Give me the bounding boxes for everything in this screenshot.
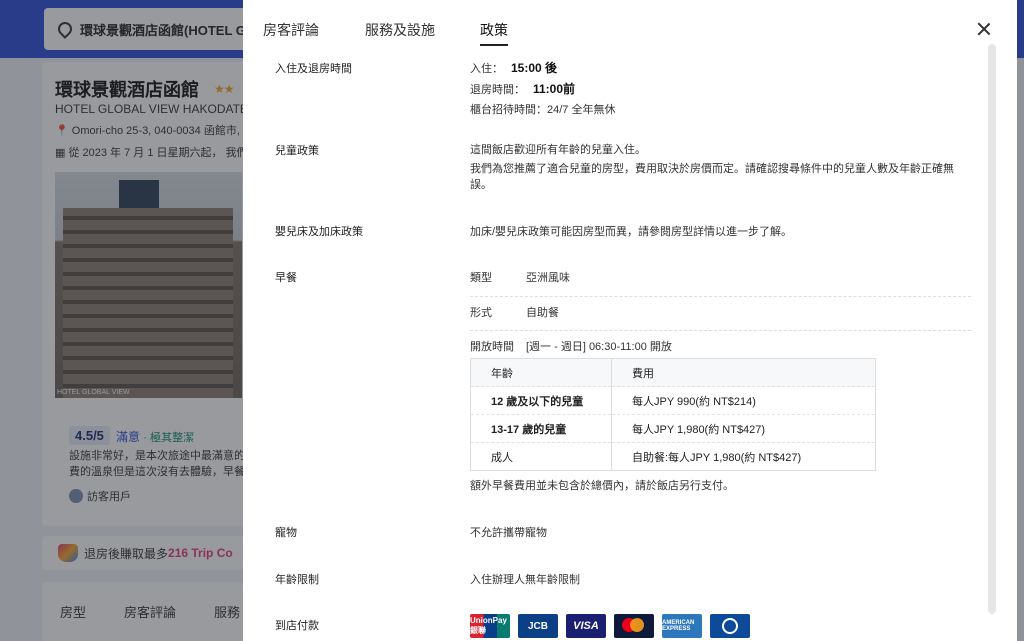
modal-scrollbar[interactable]	[988, 44, 996, 614]
breakfast-hours-value: [週一 - 週日] 06:30-11:00 開放	[526, 341, 672, 353]
breakfast-label: 早餐	[275, 272, 297, 284]
children-label: 兒童政策	[275, 145, 319, 157]
front-desk-hours: 櫃台招待時間：24/7 全年無休	[470, 104, 616, 116]
age-limit-label: 年齡限制	[275, 574, 319, 586]
visa-icon: VISA	[566, 614, 606, 638]
payment-cards: UnionPay 銀聯 JCB VISA AMERICAN EXPRESS	[470, 614, 750, 638]
checkin-in-label: 入住：	[470, 63, 503, 75]
breakfast-fee-table: 年齡 費用 12 歲及以下的兒童 每人JPY 990(約 NT$214) 13-…	[470, 358, 876, 471]
breakfast-type: 類型 亞洲風味	[470, 269, 570, 285]
cribs-label: 嬰兒床及加床政策	[275, 226, 363, 238]
fee-cell: 自助餐:每人JPY 1,980(約 NT$427)	[611, 442, 876, 471]
jcb-icon: JCB	[518, 614, 558, 638]
children-line2: 我們為您推薦了適合兒童的房型，費用取決於房價而定。請確認搜尋條件中的兒童人數及年…	[470, 163, 954, 191]
age-cell: 13-17 歲的兒童	[470, 414, 612, 443]
mastercard-icon	[614, 614, 654, 638]
policy-modal: 房客評論 服務及設施 政策 入住及退房時間 入住： 15:00 後 退房時間： 11…	[243, 0, 1017, 641]
modal-tabs: 房客評論 服務及設施 政策	[243, 0, 1017, 46]
breakfast-style: 形式 自助餐	[470, 304, 559, 320]
breakfast-hours-label: 開放時間	[470, 341, 514, 353]
table-row: 成人 自助餐:每人JPY 1,980(約 NT$427)	[470, 442, 876, 471]
pets-text: 不允許攜帶寵物	[470, 527, 547, 539]
policy-content: 入住及退房時間 入住： 15:00 後 退房時間： 11:00前 櫃台招待時間：24…	[243, 44, 983, 641]
diners-club-icon	[710, 614, 750, 638]
tab-reviews[interactable]: 房客評論	[263, 20, 319, 40]
checkin-label: 入住及退房時間	[275, 63, 352, 75]
fee-cell: 每人JPY 1,980(約 NT$427)	[611, 414, 876, 443]
divider	[470, 296, 971, 297]
checkout-value: 11:00前	[533, 82, 576, 96]
children-line1: 這間飯店歡迎所有年齡的兒童入住。	[470, 144, 646, 156]
table-row: 12 歲及以下的兒童 每人JPY 990(約 NT$214)	[470, 386, 876, 415]
fee-cell: 每人JPY 990(約 NT$214)	[611, 386, 876, 415]
tab-facilities[interactable]: 服務及設施	[365, 20, 435, 40]
cribs-text: 加床/嬰兒床政策可能因房型而異，請參閱房型詳情以進一步了解。	[470, 226, 793, 238]
tab-policy[interactable]: 政策	[480, 20, 508, 46]
divider	[470, 330, 971, 331]
checkout-label: 退房時間：	[470, 84, 525, 96]
breakfast-type-value: 亞洲風味	[526, 272, 570, 284]
table-header-fee: 費用	[611, 358, 876, 387]
unionpay-icon: UnionPay 銀聯	[470, 614, 510, 638]
breakfast-note: 額外早餐費用並未包含於總價內，請於飯店另行支付。	[470, 480, 734, 492]
pets-label: 寵物	[275, 527, 297, 539]
checkin-in-value: 15:00 後	[511, 61, 558, 75]
amex-icon: AMERICAN EXPRESS	[662, 614, 702, 638]
age-cell: 12 歲及以下的兒童	[470, 386, 612, 415]
checkin-in: 入住： 15:00 後	[470, 59, 557, 76]
payment-label: 到店付款	[275, 620, 319, 632]
table-header-age: 年齡	[470, 358, 612, 387]
age-cell: 成人	[470, 442, 612, 471]
checkout: 退房時間： 11:00前	[470, 80, 575, 97]
age-limit-text: 入住辦理人無年齡限制	[470, 574, 580, 586]
breakfast-style-value: 自助餐	[526, 307, 559, 319]
table-header-row: 年齡 費用	[470, 358, 876, 387]
close-icon[interactable]	[975, 20, 993, 38]
table-row: 13-17 歲的兒童 每人JPY 1,980(約 NT$427)	[470, 414, 876, 443]
breakfast-hours: 開放時間 [週一 - 週日] 06:30-11:00 開放	[470, 338, 672, 354]
breakfast-type-label: 類型	[470, 272, 492, 284]
breakfast-style-label: 形式	[470, 307, 492, 319]
